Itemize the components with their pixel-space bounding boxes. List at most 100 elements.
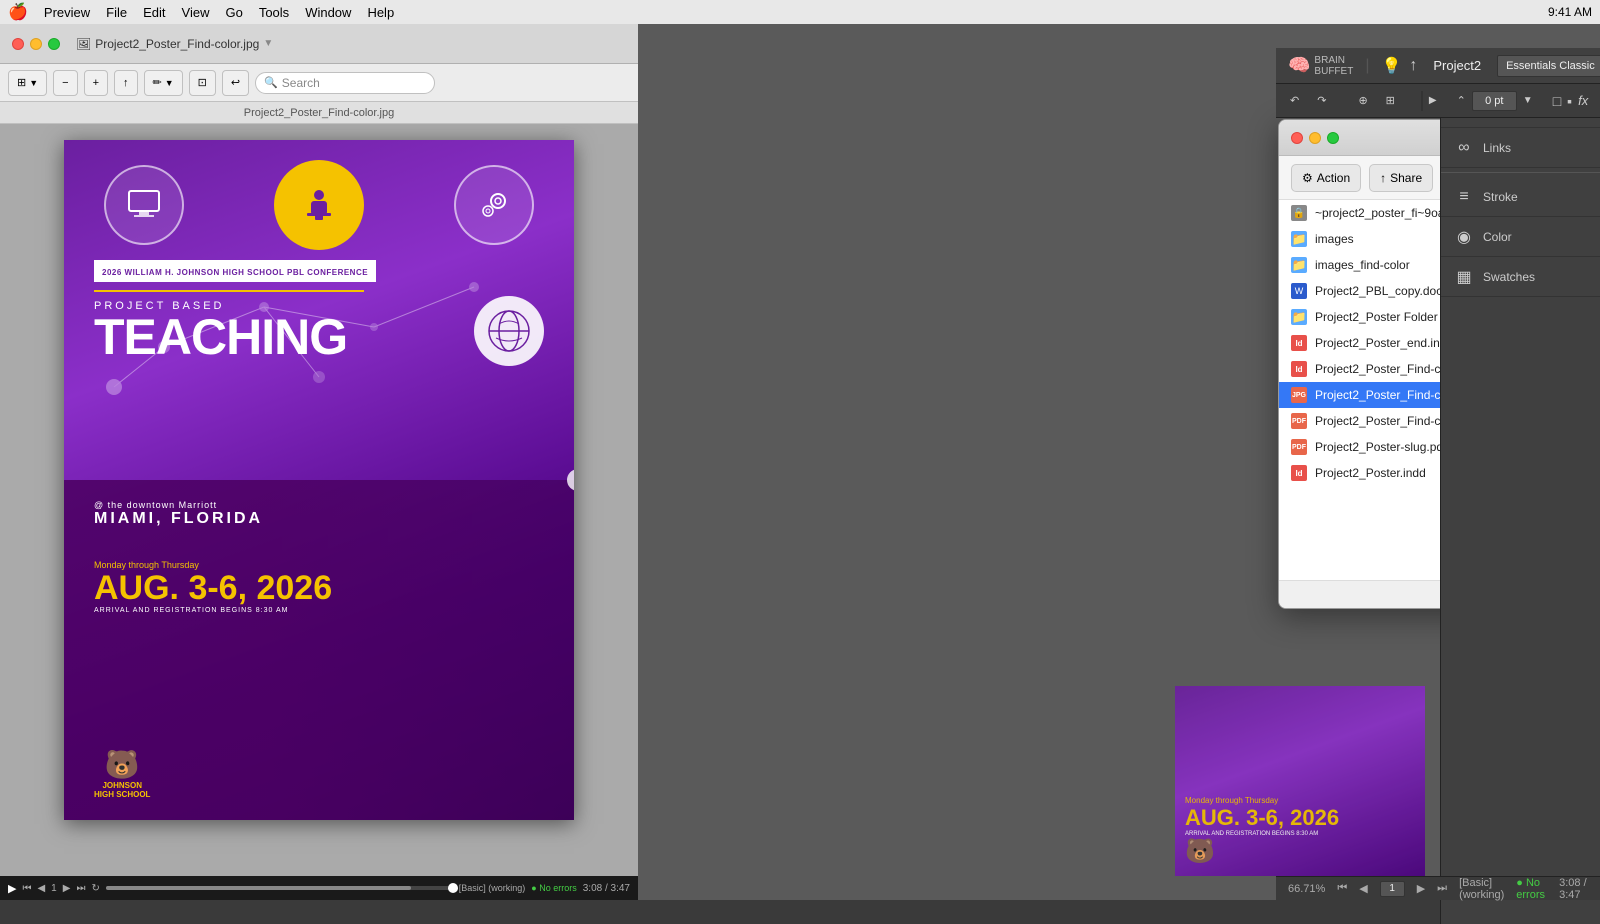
working-mode: [Basic] (working) [1459,877,1504,901]
menubar-time: 9:41 AM [1548,5,1592,19]
align-icon[interactable]: ⊞ [1380,92,1401,109]
next-frame-icon[interactable]: ⏭ [76,883,85,894]
title-chevron-icon[interactable]: ▼ [263,38,273,49]
color-swatch[interactable] [1421,91,1423,111]
action-icon: ⚙ [1302,171,1313,185]
color-panel[interactable]: ◉ Color [1441,217,1600,257]
separator1: | [1365,57,1369,75]
folder-icon: 📁 [1291,309,1307,325]
action-button[interactable]: ⚙ Action [1291,164,1361,192]
poster-venue2: MIAMI, FLORIDA [94,510,263,528]
share-icon: ↑ [123,77,129,89]
minimize-button[interactable] [30,38,42,50]
prev-frame-icon[interactable]: ⏮ [22,883,31,894]
back-page-icon[interactable]: ◀ [1359,882,1367,895]
window-title-icon: 🖼 [76,37,91,51]
poster-arrival: ARRIVAL AND REGISTRATION BEGINS 8:30 AM [94,607,554,614]
folder-icon: 📁 [1291,257,1307,273]
poster-date: AUG. 3-6, 2026 [94,570,554,607]
essentials-dropdown[interactable]: Essentials Classic [1497,55,1600,77]
zoom-in-icon: + [93,77,99,89]
poster-icons-row [64,140,574,250]
rect-outline-icon[interactable]: □ [1553,93,1561,109]
rect-fill-icon[interactable]: ▪ [1567,93,1572,109]
redo-icon[interactable]: ↷ [1311,92,1332,109]
expand-swatch-icon[interactable]: ▶ [1429,95,1437,106]
lightbulb-icon[interactable]: 💡 [1381,56,1401,76]
preview-titlebar: 🖼 Project2_Poster_Find-color.jpg ▼ [0,24,638,64]
share-button[interactable]: ↑ [114,70,138,96]
stroke-input[interactable] [1472,91,1517,111]
zoom-out-button[interactable]: − [53,70,77,96]
rotate-icon: ↩ [231,76,240,89]
traffic-lights [12,38,60,50]
search-icon: 🔍 [264,76,278,89]
step-back-icon[interactable]: ◀ [37,883,45,894]
poster-teaching-text: TEACHING [94,312,347,362]
timecode: 3:08 / 3:47 [583,883,630,894]
fwd-page-icon[interactable]: ▶ [1417,882,1425,895]
fx-icon[interactable]: fx [1578,93,1588,108]
bear-icon: 🐻 [105,748,140,781]
end-page-icon[interactable]: ⏭ [1437,882,1447,895]
pdf-icon2: PDF [1291,439,1307,455]
scrubber-thumb[interactable] [448,883,458,893]
swatches-label: Swatches [1483,270,1535,284]
finder-traffic-lights [1291,132,1339,144]
stroke-panel[interactable]: ≡ Stroke [1441,177,1600,217]
annotate-button[interactable]: ✏ ▼ [144,70,183,96]
transform-icon[interactable]: ⊕ [1352,92,1373,109]
menu-window[interactable]: Window [305,5,351,20]
step-fwd-icon[interactable]: ▶ [63,883,71,894]
crop-button[interactable]: ⊡ [189,70,216,96]
page-input[interactable] [1380,881,1405,897]
finder-fullscreen-button[interactable] [1327,132,1339,144]
file-name: Project2_Poster_end.indd [1315,336,1453,350]
zoom-in-button[interactable]: + [84,70,108,96]
menu-file[interactable]: File [106,5,127,20]
swatches-icon: ▦ [1453,267,1475,287]
file-name: images [1315,232,1354,246]
links-panel[interactable]: ∞ Links [1441,128,1600,168]
file-name: Project2_Poster Folder [1315,310,1438,324]
poster-bg-inner: Monday through Thursday AUG. 3-6, 2026 A… [1175,686,1425,876]
upload-icon[interactable]: ↑ [1409,57,1417,75]
stroke-icon: ≡ [1453,188,1475,206]
scrubber-bar[interactable] [106,886,453,890]
menu-view[interactable]: View [182,5,210,20]
swatches-panel[interactable]: ▦ Swatches [1441,257,1600,297]
rotate-button[interactable]: ↩ [222,70,249,96]
indesign-app-topbar: 🧠 BRAINBUFFET | 💡 ↑ Project2 Essentials … [1276,48,1600,84]
pdf-icon: PDF [1291,413,1307,429]
poster: 2026 WILLIAM H. JOHNSON HIGH SCHOOL PBL … [64,140,574,820]
share-icon-finder: ↑ [1380,171,1386,185]
menu-edit[interactable]: Edit [143,5,165,20]
share-button-finder[interactable]: ↑ Share [1369,164,1433,192]
play-button[interactable]: ▶ [8,882,16,895]
indd-icon: Id [1291,361,1307,377]
prev-page-icon[interactable]: ⏮ [1337,882,1347,895]
finder-close-button[interactable] [1291,132,1303,144]
apple-menu[interactable]: 🍎 [8,2,28,22]
indd-icon3: Id [1291,465,1307,481]
menu-preview[interactable]: Preview [44,5,90,20]
share-label: Share [1390,171,1422,185]
window-title: Project2_Poster_Find-color.jpg [95,37,259,51]
preview-file-label: Project2_Poster_Find-color.jpg [0,102,638,124]
menu-tools[interactable]: Tools [259,5,289,20]
fullscreen-button[interactable] [48,38,60,50]
jpg-icon: JPG [1291,387,1307,403]
finder-minimize-button[interactable] [1309,132,1321,144]
close-button[interactable] [12,38,24,50]
menu-go[interactable]: Go [225,5,242,20]
scrubber-progress [106,886,411,890]
timecode-status: 3:08 / 3:47 [1559,877,1588,901]
undo-icon[interactable]: ↶ [1284,92,1305,109]
search-bar[interactable]: 🔍 Search [255,72,435,94]
menu-help[interactable]: Help [367,5,394,20]
loop-icon[interactable]: ↻ [91,883,99,894]
grid-icon: ⊞ [17,76,26,89]
globe-icon-circle [474,296,544,366]
view-mode-button[interactable]: ⊞ ▼ [8,70,47,96]
stroke-down-icon[interactable]: ▼ [1523,95,1533,106]
